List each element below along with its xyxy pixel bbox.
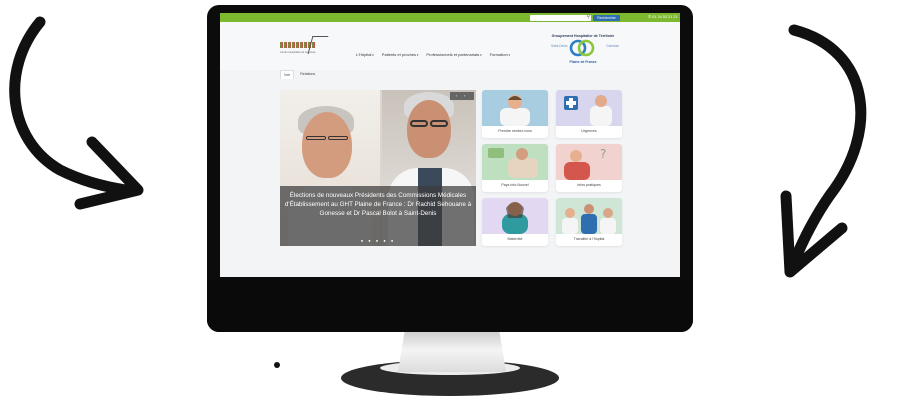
search-icon: ⚲ bbox=[586, 13, 590, 20]
card-label: Maternité bbox=[507, 237, 523, 241]
ght-logo[interactable]: Groupement Hospitalier de Territoire Sai… bbox=[543, 34, 623, 78]
top-bar: ⚲ Rechercher ✆ 01 34 53 21 21 bbox=[220, 13, 680, 22]
card-pays-info[interactable]: Pays info-Nouvel bbox=[482, 144, 548, 192]
card-label: Infos pratiques bbox=[577, 183, 601, 187]
doctor-illustration-icon bbox=[482, 90, 548, 126]
main-nav: L'Hôpital Patients et proches Profession… bbox=[356, 52, 510, 57]
ght-circles-icon bbox=[569, 39, 595, 57]
urgences-illustration-icon bbox=[556, 90, 622, 126]
logo-caption: Centre Hospitalier de Gonesse bbox=[280, 51, 316, 54]
card-label: Urgences bbox=[581, 129, 597, 133]
slider-controls[interactable]: ‹ › bbox=[450, 92, 474, 100]
card-label: Travailler à l'hôpital bbox=[573, 237, 605, 241]
slide-caption[interactable]: Élections de nouveaux Présidents des Com… bbox=[280, 186, 476, 246]
search-input[interactable]: ⚲ bbox=[530, 13, 591, 21]
card-urgences[interactable]: Urgences bbox=[556, 90, 622, 138]
slider-dots[interactable]: ● ● ● ● ● bbox=[280, 239, 476, 243]
hospital-logo[interactable]: Centre Hospitalier de Gonesse bbox=[280, 36, 329, 60]
phone-text: 01 34 53 21 21 bbox=[652, 15, 678, 19]
site-header: Centre Hospitalier de Gonesse L'Hôpital … bbox=[220, 22, 680, 70]
nav-item-professionnels[interactable]: Professionnels et partenariats bbox=[426, 52, 481, 57]
content-tabs: Voir Relations bbox=[280, 70, 318, 79]
maternity-illustration-icon bbox=[482, 198, 548, 234]
card-travailler[interactable]: Travailler à l'hôpital bbox=[556, 198, 622, 246]
curved-arrow-right-icon bbox=[780, 24, 867, 278]
search-button[interactable]: Rechercher bbox=[593, 14, 620, 21]
nav-item-formation[interactable]: Formation bbox=[490, 52, 510, 57]
phone-icon: ✆ bbox=[648, 15, 652, 19]
card-label: Pays info-Nouvel bbox=[501, 183, 529, 187]
tab-relations[interactable]: Relations bbox=[297, 70, 318, 79]
card-maternite[interactable]: Maternité bbox=[482, 198, 548, 246]
ght-right-label: Gonesse bbox=[606, 44, 619, 48]
quick-links-grid: Prendre rendez-vous Urgences Pays info-N… bbox=[482, 90, 622, 246]
nav-item-patients[interactable]: Patients et proches bbox=[382, 52, 419, 57]
info-question-icon: ? bbox=[556, 144, 622, 180]
monitor-chin bbox=[207, 280, 693, 332]
phone-illustration-icon bbox=[482, 144, 548, 180]
card-label: Prendre rendez-vous bbox=[498, 129, 532, 133]
ght-left-label: Saint-Denis bbox=[551, 44, 568, 48]
card-prendre-rdv[interactable]: Prendre rendez-vous bbox=[482, 90, 548, 138]
ght-subtitle: Plaine de France bbox=[569, 60, 597, 64]
news-slider[interactable]: ‹ › Élections de nouveaux Présidents des… bbox=[280, 90, 476, 246]
monitor-stand bbox=[398, 332, 506, 372]
nav-item-hopital[interactable]: L'Hôpital bbox=[356, 52, 374, 57]
tab-voir[interactable]: Voir bbox=[280, 70, 295, 79]
phone-number[interactable]: ✆ 01 34 53 21 21 bbox=[648, 14, 678, 21]
card-infos-pratiques[interactable]: ? Infos pratiques bbox=[556, 144, 622, 192]
svg-text:?: ? bbox=[600, 147, 606, 161]
curved-arrow-left-icon bbox=[9, 16, 144, 210]
decorative-dot bbox=[274, 362, 280, 368]
team-illustration-icon bbox=[556, 198, 622, 234]
website-screen: ⚲ Rechercher ✆ 01 34 53 21 21 Centre Hos… bbox=[220, 13, 680, 277]
